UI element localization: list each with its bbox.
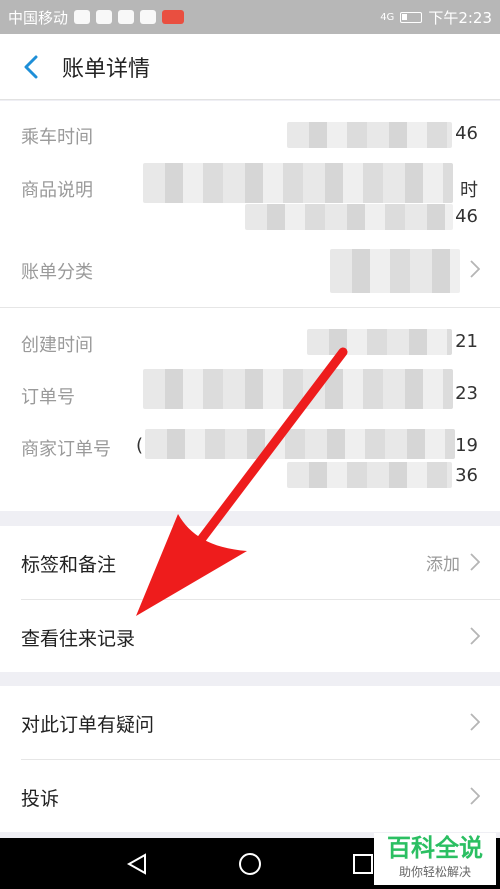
tags-notes-row[interactable]: 标签和备注 添加 xyxy=(0,526,500,598)
order-number-value: 23 xyxy=(455,383,478,404)
merchant-order-value-line2: 36 xyxy=(455,465,478,486)
app-header: 账单详情 xyxy=(0,34,500,100)
watermark-logo: 百科全说 助你轻松解决 xyxy=(374,833,496,885)
battery-icon xyxy=(400,11,423,23)
actions-card-2: 对此订单有疑问 投诉 xyxy=(0,686,500,832)
page-title: 账单详情 xyxy=(62,56,151,82)
created-time-label: 创建时间 xyxy=(21,335,93,356)
ride-time-label: 乘车时间 xyxy=(21,127,93,148)
transaction-history-label: 查看往来记录 xyxy=(21,628,136,650)
actions-card-1: 标签和备注 添加 查看往来记录 xyxy=(0,526,500,672)
carrier-label: 中国移动 xyxy=(8,8,69,27)
tags-notes-label: 标签和备注 xyxy=(21,554,117,576)
order-dispute-label: 对此订单有疑问 xyxy=(21,714,155,736)
clock: 下午2:23 xyxy=(428,8,492,27)
chevron-left-icon xyxy=(24,55,38,78)
redacted-value xyxy=(330,249,460,293)
circle-home-icon xyxy=(238,852,261,875)
product-description-label: 商品说明 xyxy=(21,180,93,201)
redacted-value xyxy=(287,462,452,488)
watermark-subtitle: 助你轻松解决 xyxy=(398,865,471,879)
complain-label: 投诉 xyxy=(21,788,60,810)
order-number-label: 订单号 xyxy=(21,387,75,408)
redacted-value xyxy=(143,163,453,203)
news-icon xyxy=(162,10,185,24)
network-label: 4G xyxy=(380,11,395,23)
order-dispute-row[interactable]: 对此订单有疑问 xyxy=(0,686,500,758)
product-description-value-line1: 时 xyxy=(460,180,478,201)
tiktok-icon xyxy=(140,10,157,24)
app-icon xyxy=(118,10,135,24)
transaction-history-row[interactable]: 查看往来记录 xyxy=(0,600,500,672)
chevron-right-icon xyxy=(470,627,480,645)
chevron-right-icon xyxy=(470,787,480,805)
complain-row[interactable]: 投诉 xyxy=(0,760,500,832)
add-hint: 添加 xyxy=(426,555,460,575)
redacted-value xyxy=(143,369,453,409)
merchant-order-value-line1: 19 xyxy=(455,435,478,456)
chevron-right-icon xyxy=(470,553,480,571)
back-button[interactable] xyxy=(0,34,62,100)
nav-home-button[interactable] xyxy=(230,844,270,884)
square-recents-icon xyxy=(353,853,374,874)
redacted-value xyxy=(307,329,452,355)
watermark-title: 百科全说 xyxy=(387,834,483,862)
triangle-back-icon xyxy=(126,852,146,875)
redacted-value xyxy=(145,429,455,459)
redacted-value xyxy=(287,122,452,148)
chevron-right-icon xyxy=(470,260,480,278)
status-bar: 中国移动 4G 下午2:23 xyxy=(0,0,500,34)
bill-category-label: 账单分类 xyxy=(21,262,93,283)
redacted-value xyxy=(245,204,453,230)
merchant-order-prefix: ( xyxy=(136,435,144,456)
divider xyxy=(0,307,500,308)
key-icon xyxy=(74,10,91,24)
nav-back-button[interactable] xyxy=(117,844,157,884)
product-description-value-line2: 46 xyxy=(455,206,478,227)
merchant-order-number-label: 商家订单号 xyxy=(21,439,111,460)
created-time-value: 21 xyxy=(455,331,478,352)
wechat-icon xyxy=(96,10,113,24)
chevron-right-icon xyxy=(470,713,480,731)
ride-time-value: 46 xyxy=(455,123,478,144)
bill-details-card: 乘车时间 46 商品说明 时 46 账单分类 创建时间 21 订单号 23 商家… xyxy=(0,101,500,511)
